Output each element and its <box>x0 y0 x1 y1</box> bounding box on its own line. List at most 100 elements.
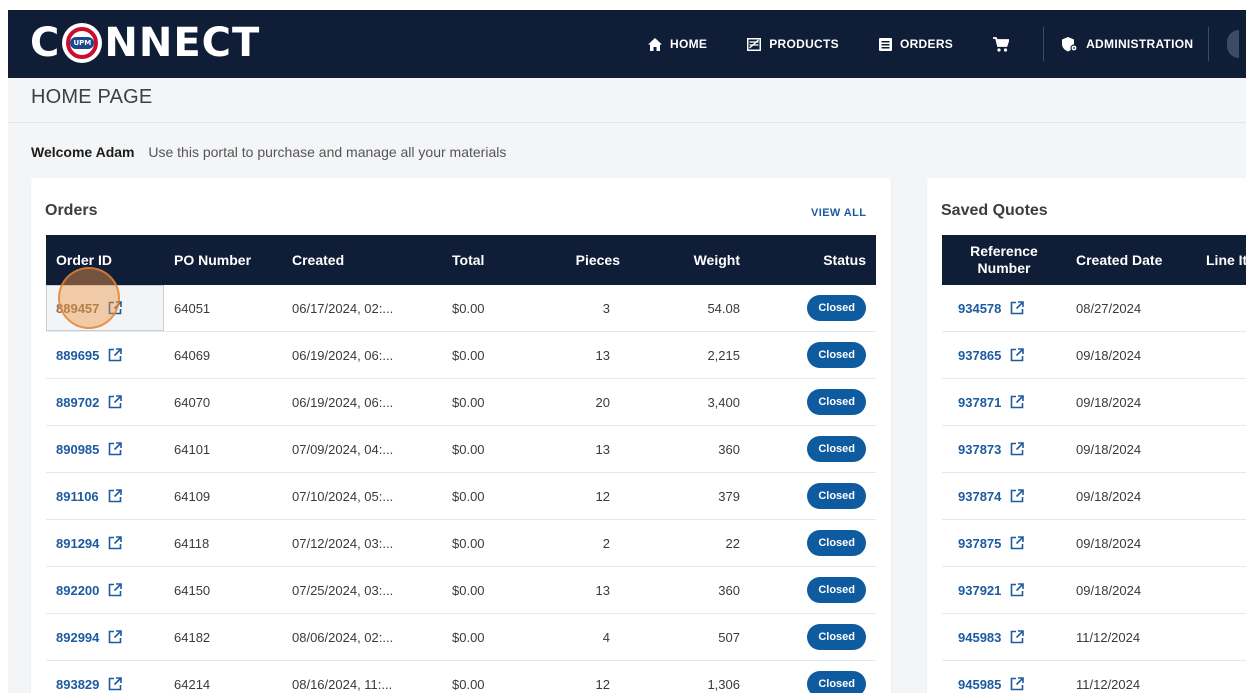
col-created[interactable]: Created <box>282 235 442 285</box>
order-id-link[interactable]: 893829 <box>56 677 123 692</box>
quote-reference-link[interactable]: 945983 <box>958 630 1025 645</box>
connect-logo[interactable]: C UPM NNECT <box>30 20 260 66</box>
col-created-date[interactable]: Created Date <box>1066 235 1196 285</box>
order-id-text[interactable]: 891294 <box>56 536 99 551</box>
external-link-icon[interactable] <box>108 395 123 409</box>
reference-cell[interactable]: 937875 <box>942 519 1066 567</box>
order-id-cell[interactable]: 893829 <box>46 660 164 693</box>
order-id-link[interactable]: 889702 <box>56 395 123 410</box>
quote-reference-link[interactable]: 937873 <box>958 442 1025 457</box>
order-row[interactable]: 892200 64150 07/25/2024, 03:... $0.00 13 360 C… <box>46 566 876 614</box>
order-id-cell[interactable]: 892994 <box>46 613 164 661</box>
order-row[interactable]: 889702 64070 06/19/2024, 06:... $0.00 20 3,40… <box>46 378 876 426</box>
col-line-items[interactable]: Line It <box>1196 235 1246 285</box>
nav-orders[interactable]: ORDERS <box>878 37 953 51</box>
quote-reference-text[interactable]: 945983 <box>958 630 1001 645</box>
order-id-cell[interactable]: 890985 <box>46 425 164 473</box>
reference-cell[interactable]: 937921 <box>942 566 1066 614</box>
quote-reference-text[interactable]: 937865 <box>958 348 1001 363</box>
quote-row[interactable]: 937874 09/18/2024 <box>942 472 1246 520</box>
quote-reference-text[interactable]: 937871 <box>958 395 1001 410</box>
col-total[interactable]: Total <box>442 235 534 285</box>
order-id-text[interactable]: 890985 <box>56 442 99 457</box>
order-id-cell[interactable]: 891106 <box>46 472 164 520</box>
order-id-text[interactable]: 891106 <box>56 489 99 504</box>
order-id-text[interactable]: 889695 <box>56 348 99 363</box>
external-link-icon[interactable] <box>108 536 123 550</box>
order-id-text[interactable]: 889457 <box>56 301 99 316</box>
nav-products[interactable]: PRODUCTS <box>747 37 839 51</box>
external-link-icon[interactable] <box>108 489 122 503</box>
quote-reference-link[interactable]: 937871 <box>958 395 1025 410</box>
external-link-icon[interactable] <box>108 677 123 691</box>
col-weight[interactable]: Weight <box>646 235 766 285</box>
col-pieces[interactable]: Pieces <box>534 235 646 285</box>
quote-row[interactable]: 937871 09/18/2024 <box>942 378 1246 426</box>
reference-cell[interactable]: 945985 <box>942 660 1066 693</box>
quote-reference-text[interactable]: 937873 <box>958 442 1001 457</box>
order-id-cell[interactable]: 891294 <box>46 519 164 567</box>
external-link-icon[interactable] <box>1010 583 1025 597</box>
order-row[interactable]: 892994 64182 08/06/2024, 02:... $0.00 4 507 Cl… <box>46 613 876 661</box>
order-id-text[interactable]: 889702 <box>56 395 99 410</box>
external-link-icon[interactable] <box>108 630 123 644</box>
nav-cart[interactable] <box>993 36 1010 52</box>
order-row[interactable]: 893829 64214 08/16/2024, 11:... $0.00 12 1,30… <box>46 660 876 693</box>
quote-reference-link[interactable]: 934578 <box>958 301 1025 316</box>
quote-row[interactable]: 937865 09/18/2024 <box>942 331 1246 379</box>
reference-cell[interactable]: 937871 <box>942 378 1066 426</box>
quote-reference-text[interactable]: 937874 <box>958 489 1001 504</box>
user-avatar[interactable] <box>1227 30 1240 58</box>
reference-cell[interactable]: 937874 <box>942 472 1066 520</box>
order-row[interactable]: 891294 64118 07/12/2024, 03:... $0.00 2 22 Clo… <box>46 519 876 567</box>
order-id-link[interactable]: 889457 <box>56 301 123 316</box>
reference-cell[interactable]: 937865 <box>942 331 1066 379</box>
quote-reference-text[interactable]: 937921 <box>958 583 1001 598</box>
quote-row[interactable]: 934578 08/27/2024 <box>942 285 1246 332</box>
order-id-text[interactable]: 893829 <box>56 677 99 692</box>
external-link-icon[interactable] <box>108 348 123 362</box>
external-link-icon[interactable] <box>1010 348 1025 362</box>
reference-cell[interactable]: 945983 <box>942 613 1066 661</box>
quote-row[interactable]: 945985 11/12/2024 <box>942 660 1246 693</box>
quote-row[interactable]: 937875 09/18/2024 <box>942 519 1246 567</box>
order-id-cell[interactable]: 892200 <box>46 566 164 614</box>
nav-administration[interactable]: ADMINISTRATION <box>1062 36 1193 52</box>
nav-home[interactable]: HOME <box>648 37 707 51</box>
quote-reference-link[interactable]: 937874 <box>958 489 1025 504</box>
quote-reference-link[interactable]: 937921 <box>958 583 1025 598</box>
external-link-icon[interactable] <box>1010 630 1025 644</box>
order-id-cell[interactable]: 889702 <box>46 378 164 426</box>
external-link-icon[interactable] <box>1010 301 1025 315</box>
order-id-text[interactable]: 892200 <box>56 583 99 598</box>
reference-cell[interactable]: 934578 <box>942 285 1066 332</box>
order-row[interactable]: 889457 64051 06/17/2024, 02:... $0.00 3 54.08… <box>46 285 876 332</box>
quote-row[interactable]: 937873 09/18/2024 <box>942 425 1246 473</box>
order-id-link[interactable]: 892200 <box>56 583 123 598</box>
col-order-id[interactable]: Order ID <box>46 235 164 285</box>
order-id-link[interactable]: 890985 <box>56 442 123 457</box>
order-id-link[interactable]: 891106 <box>56 489 122 504</box>
col-po-number[interactable]: PO Number <box>164 235 282 285</box>
quote-row[interactable]: 937921 09/18/2024 <box>942 566 1246 614</box>
external-link-icon[interactable] <box>1010 489 1025 503</box>
quote-reference-text[interactable]: 937875 <box>958 536 1001 551</box>
external-link-icon[interactable] <box>1010 395 1025 409</box>
external-link-icon[interactable] <box>1010 536 1025 550</box>
order-id-link[interactable]: 892994 <box>56 630 123 645</box>
order-id-cell[interactable]: 889457 <box>46 285 164 332</box>
order-row[interactable]: 891106 64109 07/10/2024, 05:... $0.00 12 379 C… <box>46 472 876 520</box>
col-status[interactable]: Status <box>766 235 876 285</box>
order-row[interactable]: 889695 64069 06/19/2024, 06:... $0.00 13 2,21… <box>46 331 876 379</box>
quote-reference-link[interactable]: 937875 <box>958 536 1025 551</box>
external-link-icon[interactable] <box>1010 442 1025 456</box>
external-link-icon[interactable] <box>108 442 123 456</box>
order-id-link[interactable]: 889695 <box>56 348 123 363</box>
order-id-link[interactable]: 891294 <box>56 536 123 551</box>
col-reference-number[interactable]: Reference Number <box>942 235 1066 285</box>
view-all-orders-link[interactable]: VIEW ALL <box>811 207 866 219</box>
order-id-cell[interactable]: 889695 <box>46 331 164 379</box>
quote-reference-link[interactable]: 945985 <box>958 677 1025 692</box>
quote-reference-link[interactable]: 937865 <box>958 348 1025 363</box>
order-id-text[interactable]: 892994 <box>56 630 99 645</box>
